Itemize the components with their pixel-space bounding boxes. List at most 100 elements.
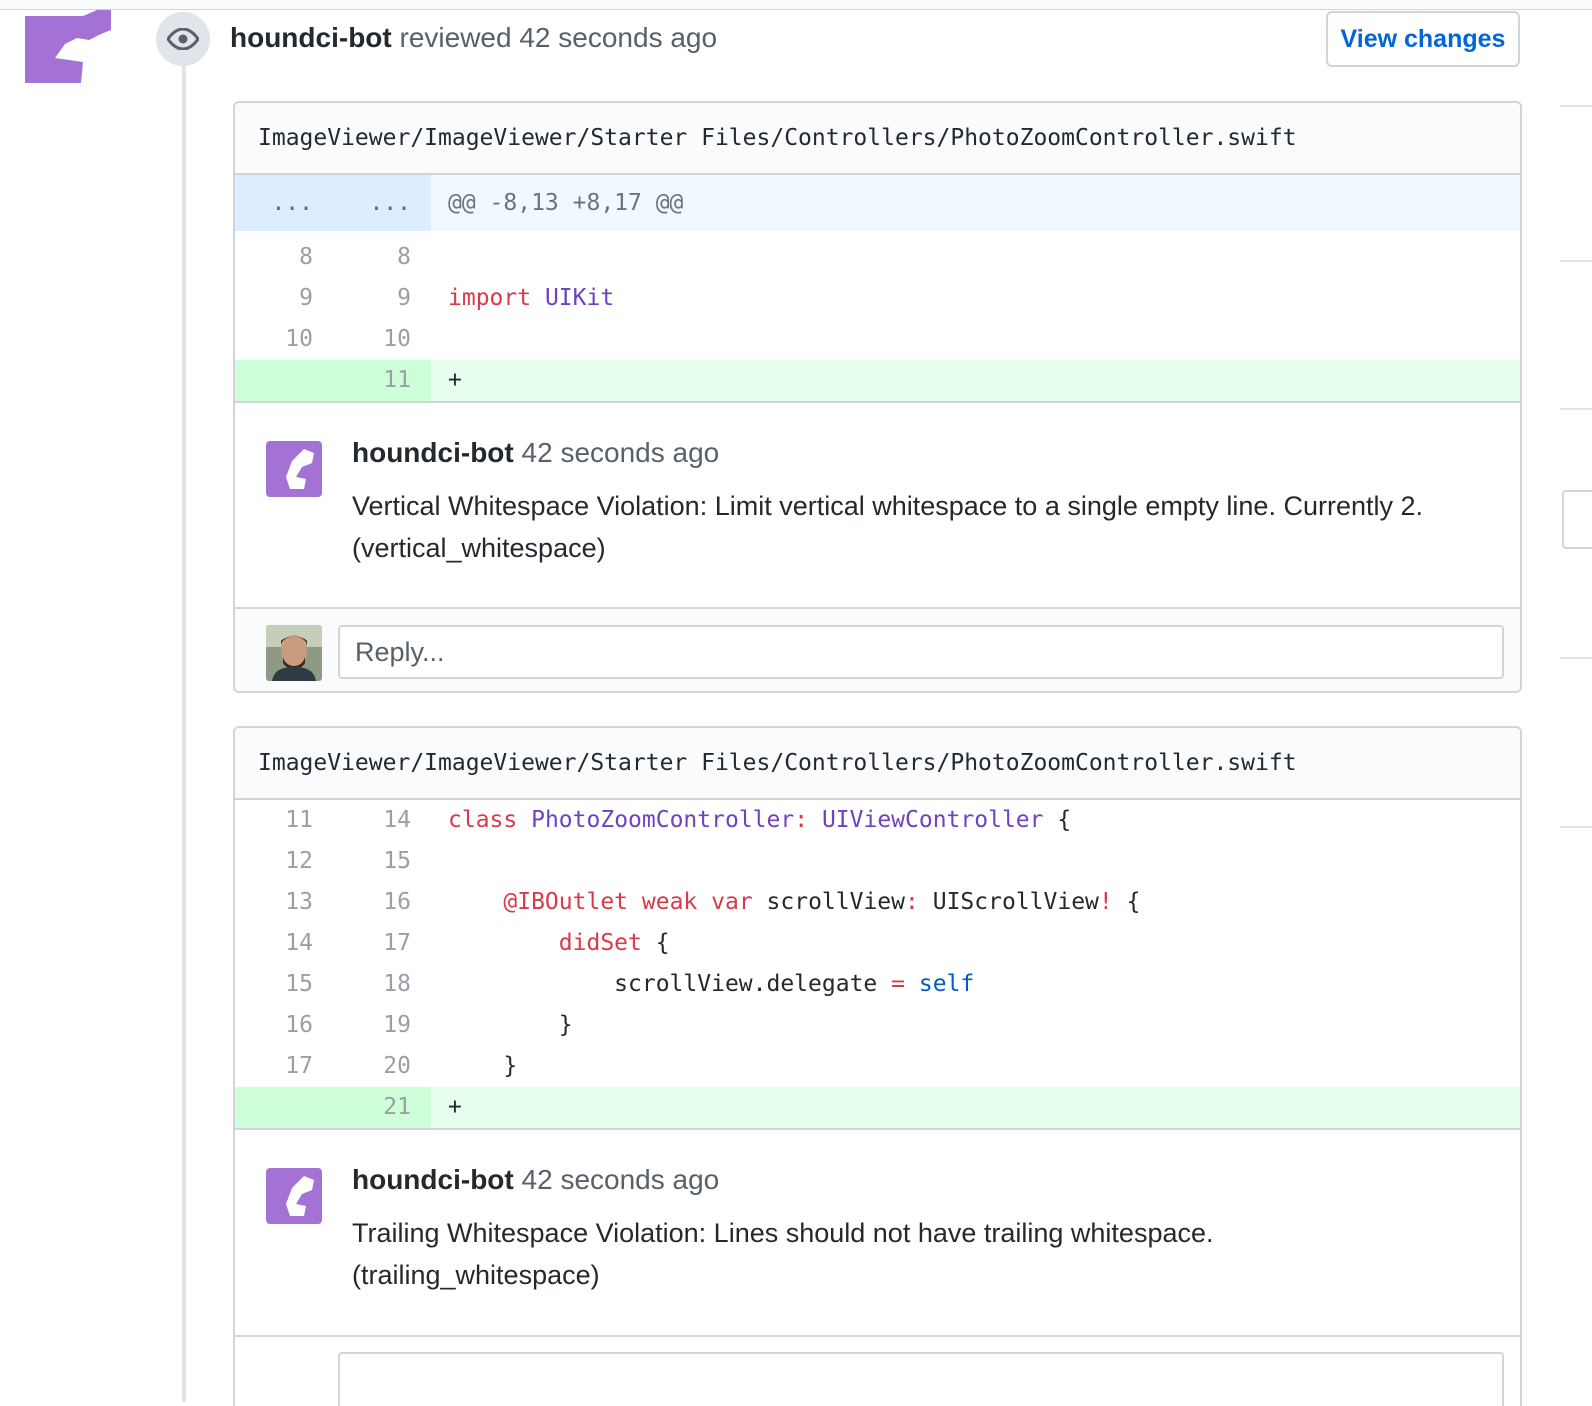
top-rule	[0, 0, 1592, 10]
comment-time[interactable]: 42 seconds ago	[522, 1164, 720, 1195]
new-line-number[interactable]: 17	[333, 923, 431, 964]
code-colon: :	[905, 889, 919, 915]
diff-line: 16 19 }	[235, 1005, 1520, 1046]
reply-row: Reply...	[235, 607, 1520, 691]
review-header: houndci-bot reviewed 42 seconds ago	[230, 22, 717, 54]
file-path[interactable]: ImageViewer/ImageViewer/Starter Files/Co…	[235, 103, 1520, 175]
new-line-number[interactable]: 10	[333, 319, 431, 360]
comment-header: houndci-bot 42 seconds ago	[352, 437, 719, 469]
old-line-number[interactable]: 10	[235, 319, 333, 360]
code-line: import UIKit	[432, 278, 1520, 319]
code-brace: {	[1043, 807, 1072, 833]
file-path[interactable]: ImageViewer/ImageViewer/Starter Files/Co…	[235, 728, 1520, 800]
diff-line: 10 10	[235, 319, 1520, 360]
comment-time[interactable]: 42 seconds ago	[522, 437, 720, 468]
code-brace: }	[503, 1053, 518, 1079]
new-line-number[interactable]: 8	[333, 237, 431, 278]
code-line: }	[432, 1046, 1520, 1087]
code-brace: }	[558, 1012, 573, 1038]
user-avatar[interactable]	[266, 625, 322, 681]
diff-line: 15 18 scrollView.delegate = self	[235, 964, 1520, 1005]
code-line: scrollView.delegate = self	[432, 964, 1520, 1005]
old-line-number[interactable]: 16	[235, 1005, 333, 1046]
review-thread-1: ImageViewer/ImageViewer/Starter Files/Co…	[233, 101, 1522, 693]
comment-author[interactable]: houndci-bot	[352, 1164, 514, 1195]
comment-body: Trailing Whitespace Violation: Lines sho…	[352, 1218, 1214, 1290]
diff-line-added: 11 +	[235, 360, 1520, 401]
houndci-bot-avatar[interactable]	[266, 1168, 322, 1224]
new-line-number[interactable]: 14	[333, 800, 431, 841]
code-keyword: var	[711, 889, 753, 915]
diff-line: 11 14 class PhotoZoomController: UIViewC…	[235, 800, 1520, 841]
review-author[interactable]: houndci-bot	[230, 22, 392, 53]
old-line-number[interactable]: 12	[235, 841, 333, 882]
diff-line: 12 15	[235, 841, 1520, 882]
diff-line: 9 9 import UIKit	[235, 278, 1520, 319]
old-line-number[interactable]: 11	[235, 800, 333, 841]
code-line: }	[432, 1005, 1520, 1046]
new-line-number[interactable]: 11	[333, 360, 431, 401]
comment-author[interactable]: houndci-bot	[352, 437, 514, 468]
code-builtin: self	[918, 971, 975, 997]
code-keyword: weak	[641, 889, 698, 915]
diff-line: 17 20 }	[235, 1046, 1520, 1087]
code-bang: !	[1098, 889, 1113, 915]
houndci-bot-avatar[interactable]	[266, 441, 322, 497]
reply-input[interactable]	[338, 1352, 1504, 1406]
new-line-number[interactable]: 16	[333, 882, 431, 923]
review-thread-2: ImageViewer/ImageViewer/Starter Files/Co…	[233, 726, 1522, 1406]
code-line: @IBOutlet weak var scrollView: UIScrollV…	[432, 882, 1520, 923]
code-line: didSet {	[432, 923, 1520, 964]
code-keyword: class	[448, 807, 518, 833]
view-changes-button[interactable]: View changes	[1326, 11, 1520, 67]
eye-icon	[156, 12, 210, 66]
diff-line: 14 17 didSet {	[235, 923, 1520, 964]
new-line-number[interactable]: 21	[333, 1087, 431, 1128]
code-keyword: didSet	[558, 930, 642, 956]
old-line-number[interactable]: 13	[235, 882, 333, 923]
new-line-number[interactable]: 18	[333, 964, 431, 1005]
code-type: UIViewController	[821, 807, 1044, 833]
diff-line-added: 21 +	[235, 1087, 1520, 1128]
old-line-number[interactable]: 15	[235, 964, 333, 1005]
code-line: +	[448, 1094, 462, 1120]
new-line-number[interactable]: 19	[333, 1005, 431, 1046]
code-type: UIScrollView	[932, 889, 1099, 915]
new-line-number[interactable]: 15	[333, 841, 431, 882]
timeline-line	[182, 62, 186, 1402]
code-line: +	[448, 367, 462, 393]
hunk-expand-new[interactable]: ...	[333, 175, 431, 231]
diff-line: 13 16 @IBOutlet weak var scrollView: UIS…	[235, 882, 1520, 923]
new-line-number[interactable]: 20	[333, 1046, 431, 1087]
houndci-bot-avatar[interactable]	[25, 10, 112, 83]
old-line-number[interactable]: 14	[235, 923, 333, 964]
code-colon: :	[794, 807, 809, 833]
hunk-header: @@ -8,13 +8,17 @@	[448, 190, 684, 216]
code-type: UIKit	[544, 285, 615, 311]
code-identifier: scrollView.delegate	[614, 971, 878, 997]
new-line-number[interactable]: 9	[333, 278, 431, 319]
hunk-expand-old[interactable]: ...	[235, 175, 333, 231]
reply-input[interactable]: Reply...	[338, 625, 1504, 679]
diff-line: 8 8	[235, 237, 1520, 278]
reply-divider	[235, 1335, 1520, 1337]
old-line-number[interactable]: 8	[235, 237, 333, 278]
code-keyword: import	[448, 285, 532, 311]
code-keyword: @IBOutlet	[503, 889, 629, 915]
code-operator: =	[891, 971, 905, 997]
old-line-number	[235, 360, 333, 401]
code-line: class PhotoZoomController: UIViewControl…	[432, 800, 1520, 841]
code-brace: {	[641, 930, 670, 956]
hunk-header-row[interactable]: ... ... @@ -8,13 +8,17 @@	[235, 175, 1520, 231]
review-time[interactable]: 42 seconds ago	[519, 22, 717, 53]
review-action: reviewed	[399, 22, 512, 53]
comment: houndci-bot 42 seconds ago Trailing Whit…	[235, 1128, 1520, 1406]
old-line-number[interactable]: 17	[235, 1046, 333, 1087]
old-line-number[interactable]: 9	[235, 278, 333, 319]
code-type: PhotoZoomController	[531, 807, 795, 833]
comment-header: houndci-bot 42 seconds ago	[352, 1164, 719, 1196]
right-sidebar-clipped	[1560, 0, 1592, 1384]
